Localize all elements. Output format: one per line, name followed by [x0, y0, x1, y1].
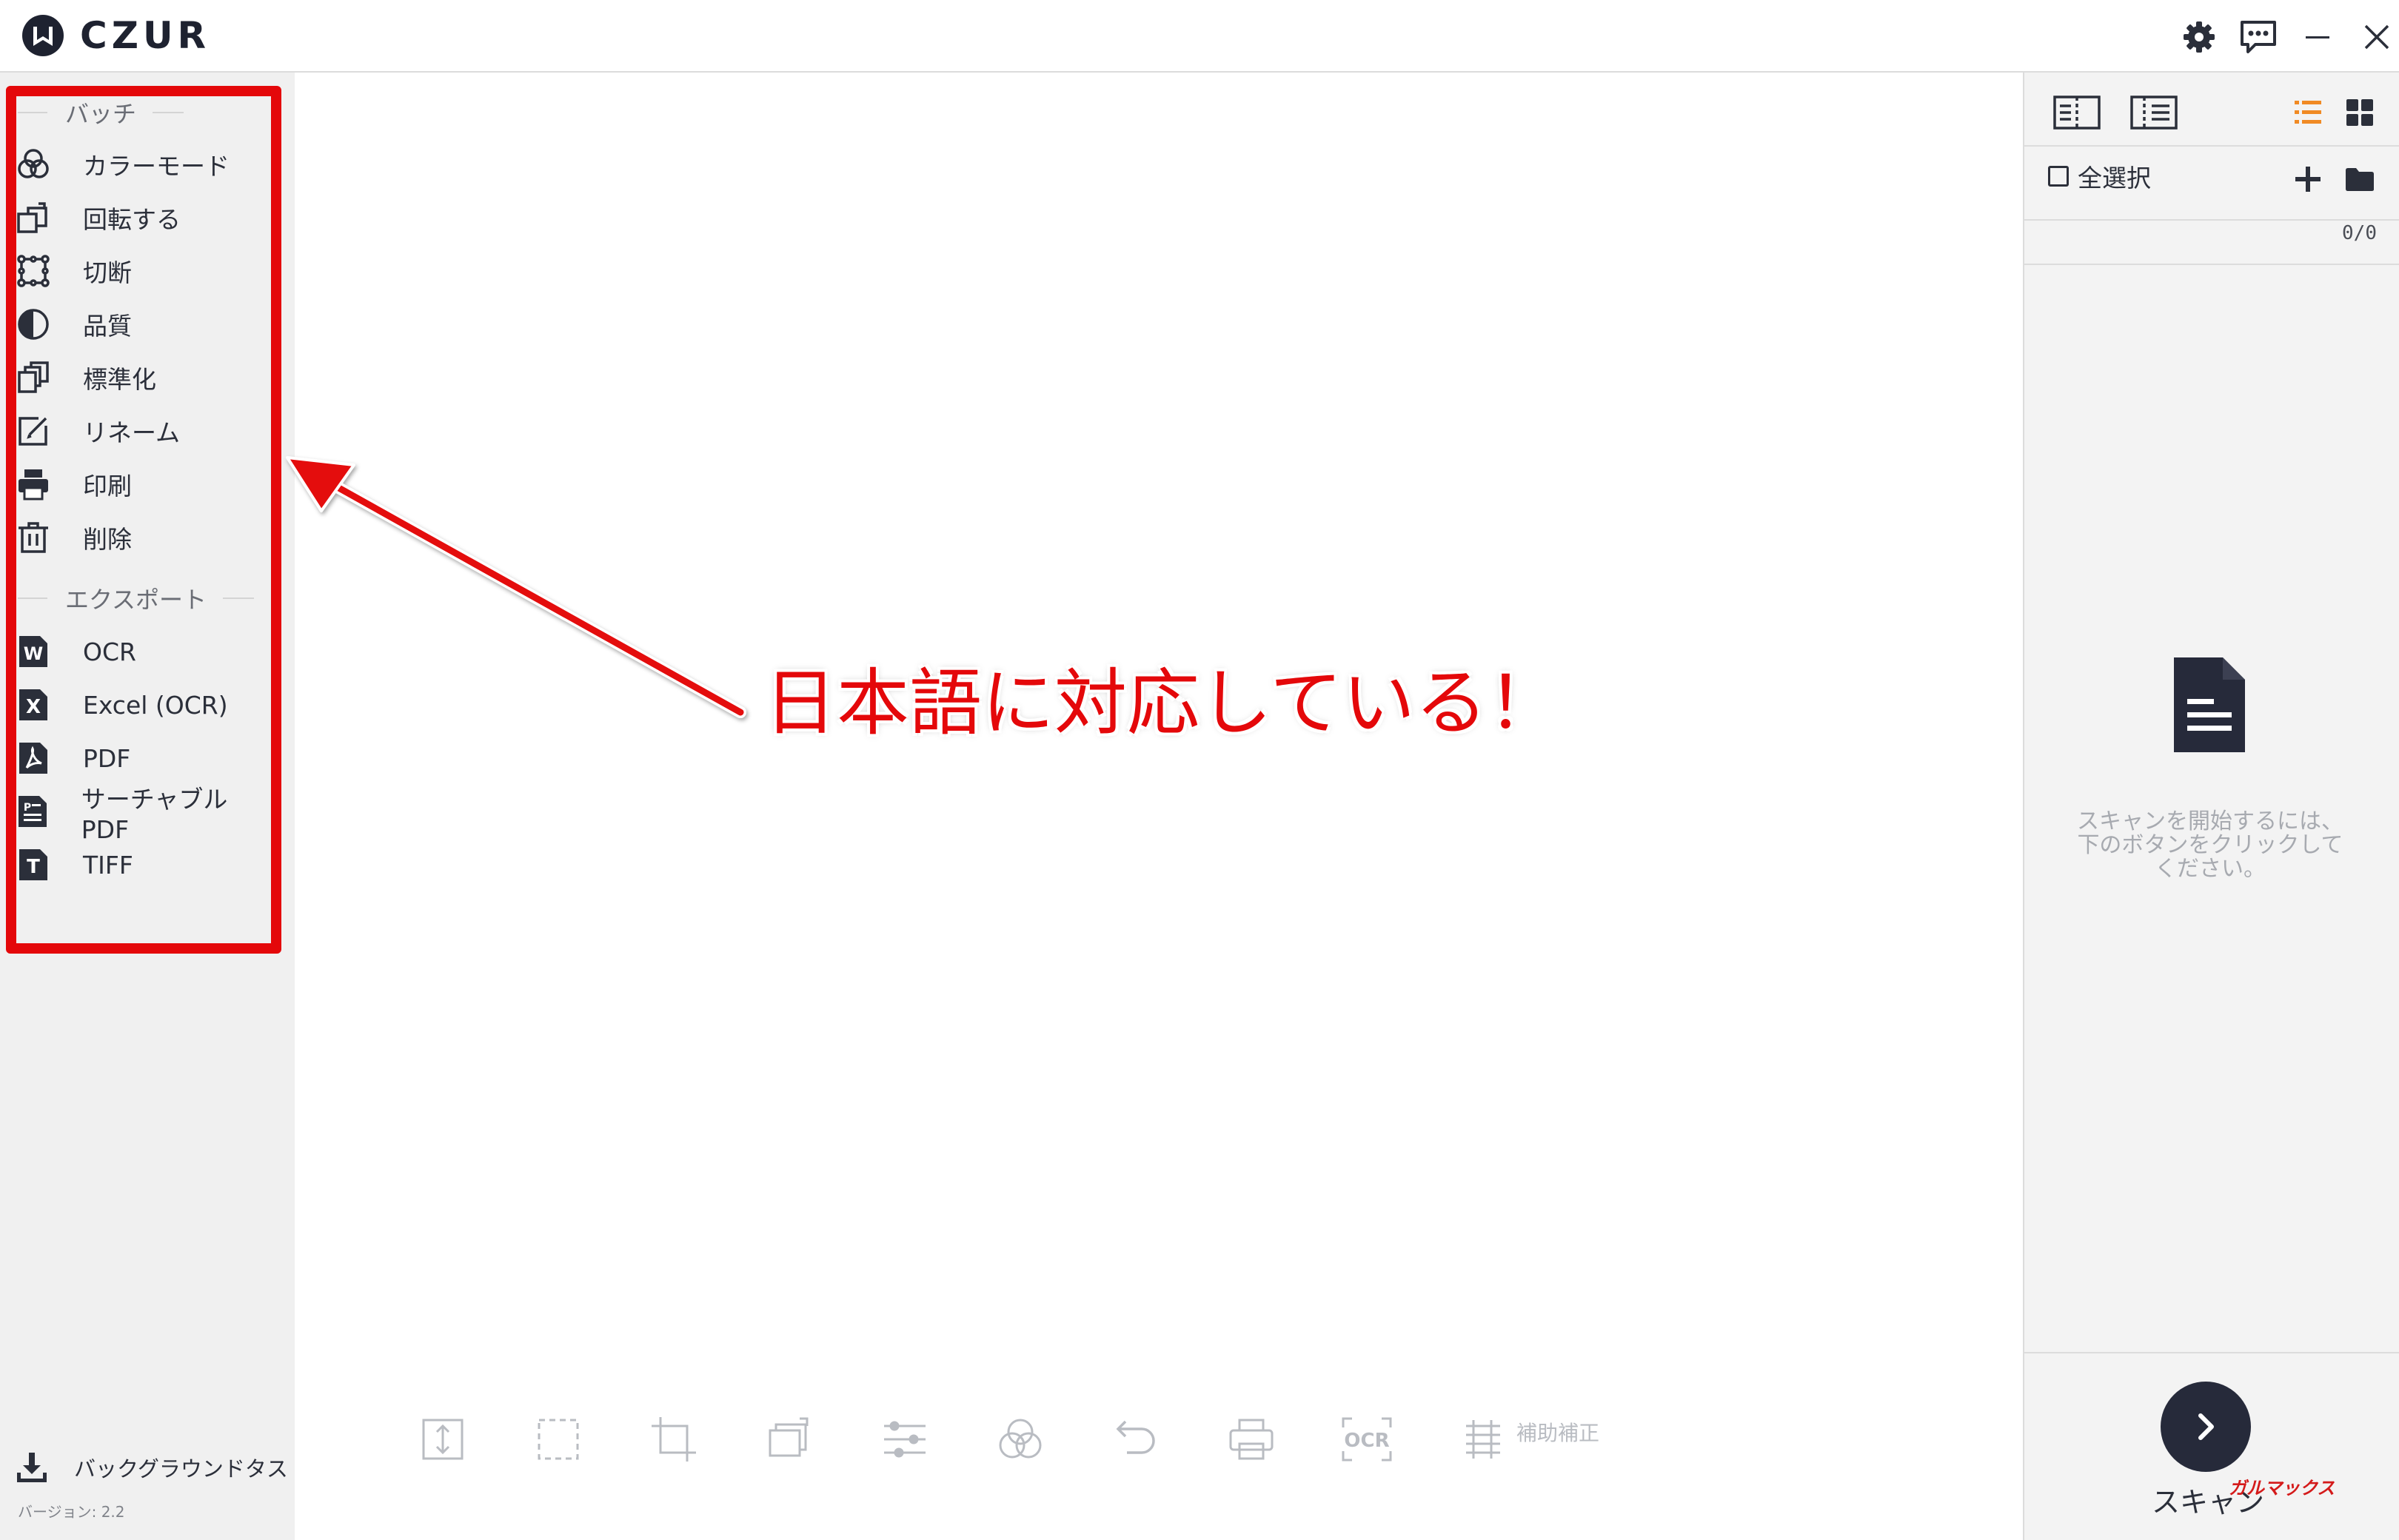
- tool-undo-icon[interactable]: [1109, 1413, 1162, 1466]
- background-task-button[interactable]: バックグラウンドタスク: [15, 1445, 289, 1490]
- select-all-checkbox[interactable]: 全選択: [2048, 158, 2151, 194]
- open-folder-icon[interactable]: [2334, 157, 2386, 201]
- single-page-view-icon[interactable]: [2051, 90, 2103, 135]
- empty-message: スキャンを開始するには、下のボタンをクリックしてください。: [2077, 808, 2343, 882]
- chevron-right-icon: [2198, 1413, 2214, 1440]
- tool-rotate-icon[interactable]: [763, 1413, 816, 1466]
- annotation-text: 日本語に対応している！: [764, 661, 1561, 746]
- aux-correction-label[interactable]: 補助補正: [1516, 1417, 1599, 1447]
- tool-color-mode-icon[interactable]: [994, 1413, 1047, 1466]
- divider: [2024, 1352, 2399, 1353]
- page-counter: 0/0: [2342, 222, 2377, 244]
- tool-print-icon[interactable]: [1225, 1413, 1278, 1466]
- minimize-icon[interactable]: [2294, 13, 2341, 61]
- checkbox-icon[interactable]: [2048, 166, 2069, 187]
- divider: [2024, 145, 2399, 147]
- app-name: CZUR: [80, 14, 211, 57]
- feedback-chat-icon[interactable]: [2235, 13, 2282, 61]
- tool-select-area-icon[interactable]: [532, 1413, 585, 1466]
- tool-crop-icon[interactable]: [647, 1413, 700, 1466]
- download-icon: [15, 1449, 49, 1486]
- grid-view-icon[interactable]: [2334, 90, 2386, 135]
- version-label: バージョン: 2.2: [18, 1503, 125, 1521]
- main-canvas: [295, 73, 2023, 1540]
- annotation-highlight-box: [6, 86, 281, 954]
- tool-ocr-icon[interactable]: OCR: [1340, 1413, 1393, 1466]
- divider: [2024, 219, 2399, 221]
- add-plus-icon[interactable]: [2282, 157, 2334, 201]
- close-icon[interactable]: [2353, 13, 2399, 61]
- settings-gear-icon[interactable]: [2175, 13, 2223, 61]
- tool-aux-correction-icon[interactable]: [1456, 1413, 1509, 1466]
- right-panel: [2023, 73, 2399, 1540]
- split-page-view-icon[interactable]: [2128, 90, 2180, 135]
- czur-logo-icon: [21, 13, 65, 58]
- list-view-icon[interactable]: [2282, 90, 2334, 135]
- annotation-arrow: [286, 456, 746, 718]
- svg-text:OCR: OCR: [1344, 1430, 1389, 1452]
- watermark: ガルマックス: [2229, 1478, 2335, 1499]
- tool-fit-height-icon[interactable]: [416, 1413, 469, 1466]
- empty-document-icon: [2171, 654, 2248, 755]
- divider: [2024, 264, 2399, 265]
- tool-adjust-sliders-icon[interactable]: [878, 1413, 931, 1466]
- title-bar: [0, 0, 2399, 73]
- scan-button[interactable]: [2161, 1382, 2251, 1472]
